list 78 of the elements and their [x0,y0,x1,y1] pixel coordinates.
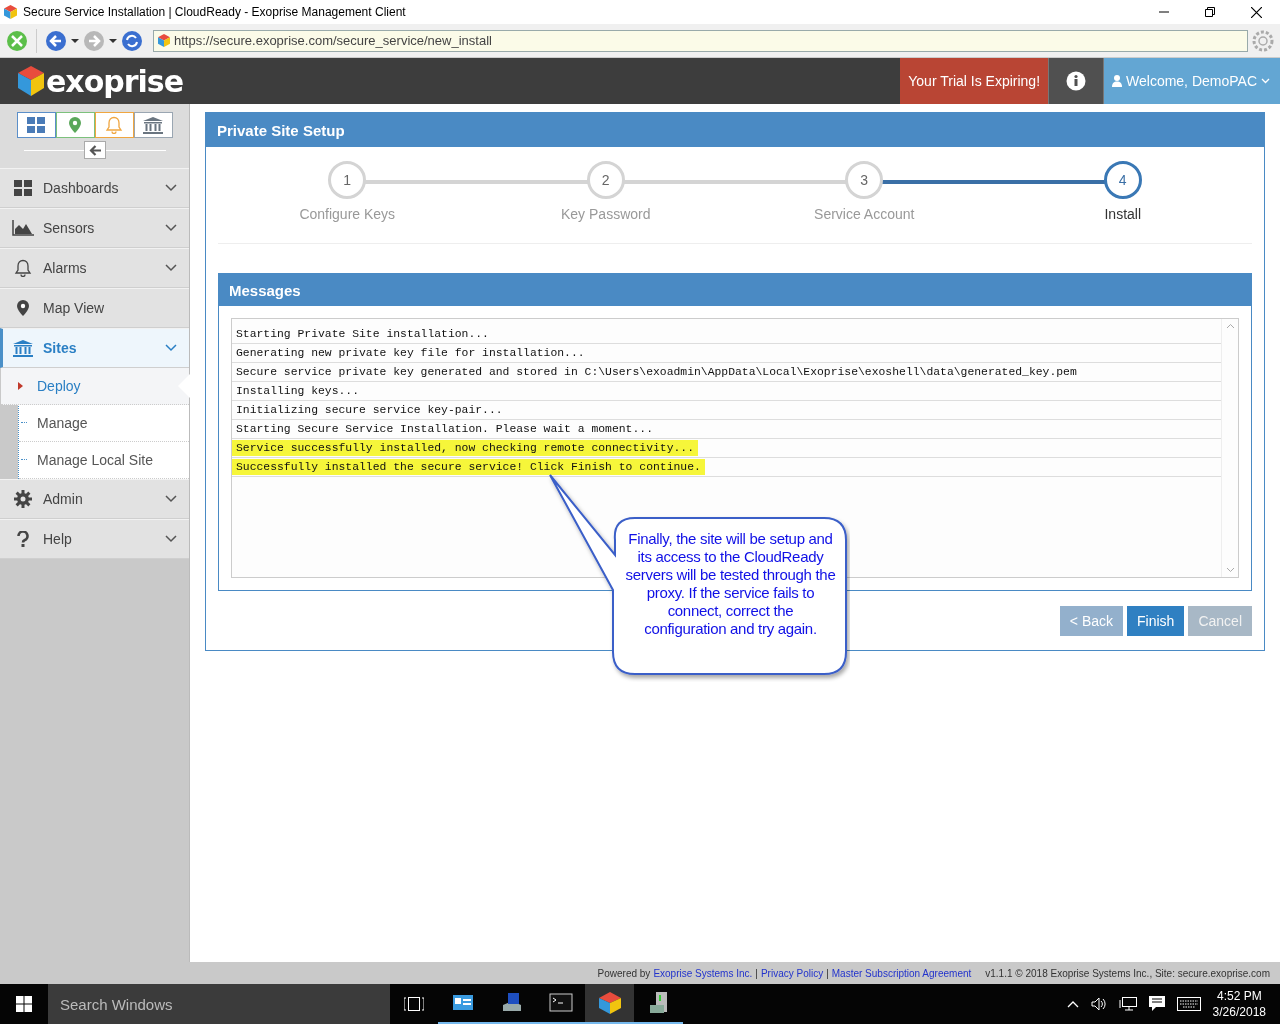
footer-text: | [826,967,829,979]
step-number: 3 [845,161,884,199]
log-line: Starting Private Site installation... [235,328,490,340]
step-number: 2 [586,161,625,199]
bell-icon [105,116,123,134]
cube-icon [597,991,622,1015]
sidebar-item[interactable]: Help [0,519,189,559]
clock[interactable]: 4:52 PM 3/26/2018 [1212,988,1266,1020]
footer-text: | [755,967,758,979]
step-label: Install [1104,206,1142,222]
search-field[interactable]: Search Windows [48,984,390,1024]
sidebar-item[interactable]: Map View [0,288,189,328]
pin-shortcut-button[interactable] [55,112,95,138]
console-icon [548,991,573,1015]
pin-icon [17,300,29,316]
chart-icon [12,220,34,236]
arrow-left-icon [88,144,101,156]
bank-shortcut-button[interactable] [133,112,173,138]
version-text: v1.1.1 © 2018 Exoprise Systems Inc., Site: secure.exoprise.com [985,967,1270,979]
window-title: Secure Service Installation | CloudReady - Exoprise Management Client [23,5,407,19]
bank-icon [143,116,163,134]
wizard-button[interactable]: Finish [1127,606,1185,636]
footer-text: Powered by [597,967,651,979]
log-line: Generating new private key file for installation... [235,347,586,359]
footer-link[interactable]: Privacy Policy [760,967,824,979]
log-line: Secure service private key generated and stored in C:\Users\exoadmin\AppData\Local\Exoprise\exoshell\data\generated_key.pem [235,366,1078,378]
back-icon[interactable] [45,29,67,52]
submenu-item[interactable]: Deploy [1,368,189,405]
step-label: Configure Keys [299,206,396,222]
grid-icon [14,180,32,196]
gear-icon [14,490,32,508]
grid-shortcut-button[interactable] [16,112,56,138]
sidebar-item[interactable]: Dashboards [0,168,189,208]
sidebar-item[interactable]: Sites [0,328,189,368]
cube-logo-icon [18,66,44,96]
restore-icon[interactable] [1205,6,1215,17]
footer-link[interactable]: Exoprise Systems Inc. [653,967,753,979]
bank-icon [13,339,33,357]
grid-icon [27,117,45,133]
submenu-item[interactable]: Manage [19,405,189,442]
notification-icon[interactable] [1148,996,1165,1012]
close-icon[interactable] [1251,6,1262,18]
info-icon [1066,71,1087,91]
log-line: Installing keys... [235,385,361,397]
logo-text: exoprise [46,63,184,99]
network-icon[interactable] [1118,997,1137,1011]
collapse-button[interactable] [83,141,106,159]
sidebar-item[interactable]: Admin [0,479,189,519]
sidebar-item[interactable]: Sensors [0,208,189,248]
panel-title: Private Site Setup [206,113,1264,147]
log-line: Initializing secure service key-pair... [235,404,504,416]
step-number: 4 [1103,161,1142,199]
footer-link[interactable]: Master Subscription Agreement [831,967,972,979]
question-icon [17,531,29,547]
sidebar-item[interactable]: Alarms [0,248,189,288]
pin-icon [69,117,81,133]
step-label: Key Password [561,206,651,222]
info-button[interactable] [1048,58,1105,104]
step-label: Service Account [814,206,915,222]
speaker-icon[interactable] [1090,997,1107,1011]
step-number: 1 [328,161,367,199]
callout-text: Finally, the site will be setup and its access to the CloudReady servers will be tested through the proxy. If the service fails to connect, correct the configuration and try again. [625,530,836,638]
address-field[interactable]: https://secure.exoprise.com/secure_service/new_install [153,29,1248,52]
cube-logo-icon [4,5,17,19]
caret-up-icon[interactable] [1066,1000,1079,1008]
trial-button[interactable]: Your Trial Is Expiring! [900,58,1049,104]
windows-logo-icon [16,996,32,1012]
task-view-icon [404,997,424,1011]
taskbar-app-button[interactable] [585,984,634,1024]
panel-title: Messages [219,274,1251,306]
bell-icon [14,259,32,277]
person-icon [1112,75,1123,87]
chevron-down-icon [1261,78,1270,84]
cube-logo-icon [158,34,170,47]
log-line: Starting Secure Service Installation. Please wait a moment... [235,423,654,435]
keyboard-icon[interactable] [1176,997,1201,1011]
refresh-icon[interactable] [121,29,143,52]
marker-icon [18,382,23,390]
